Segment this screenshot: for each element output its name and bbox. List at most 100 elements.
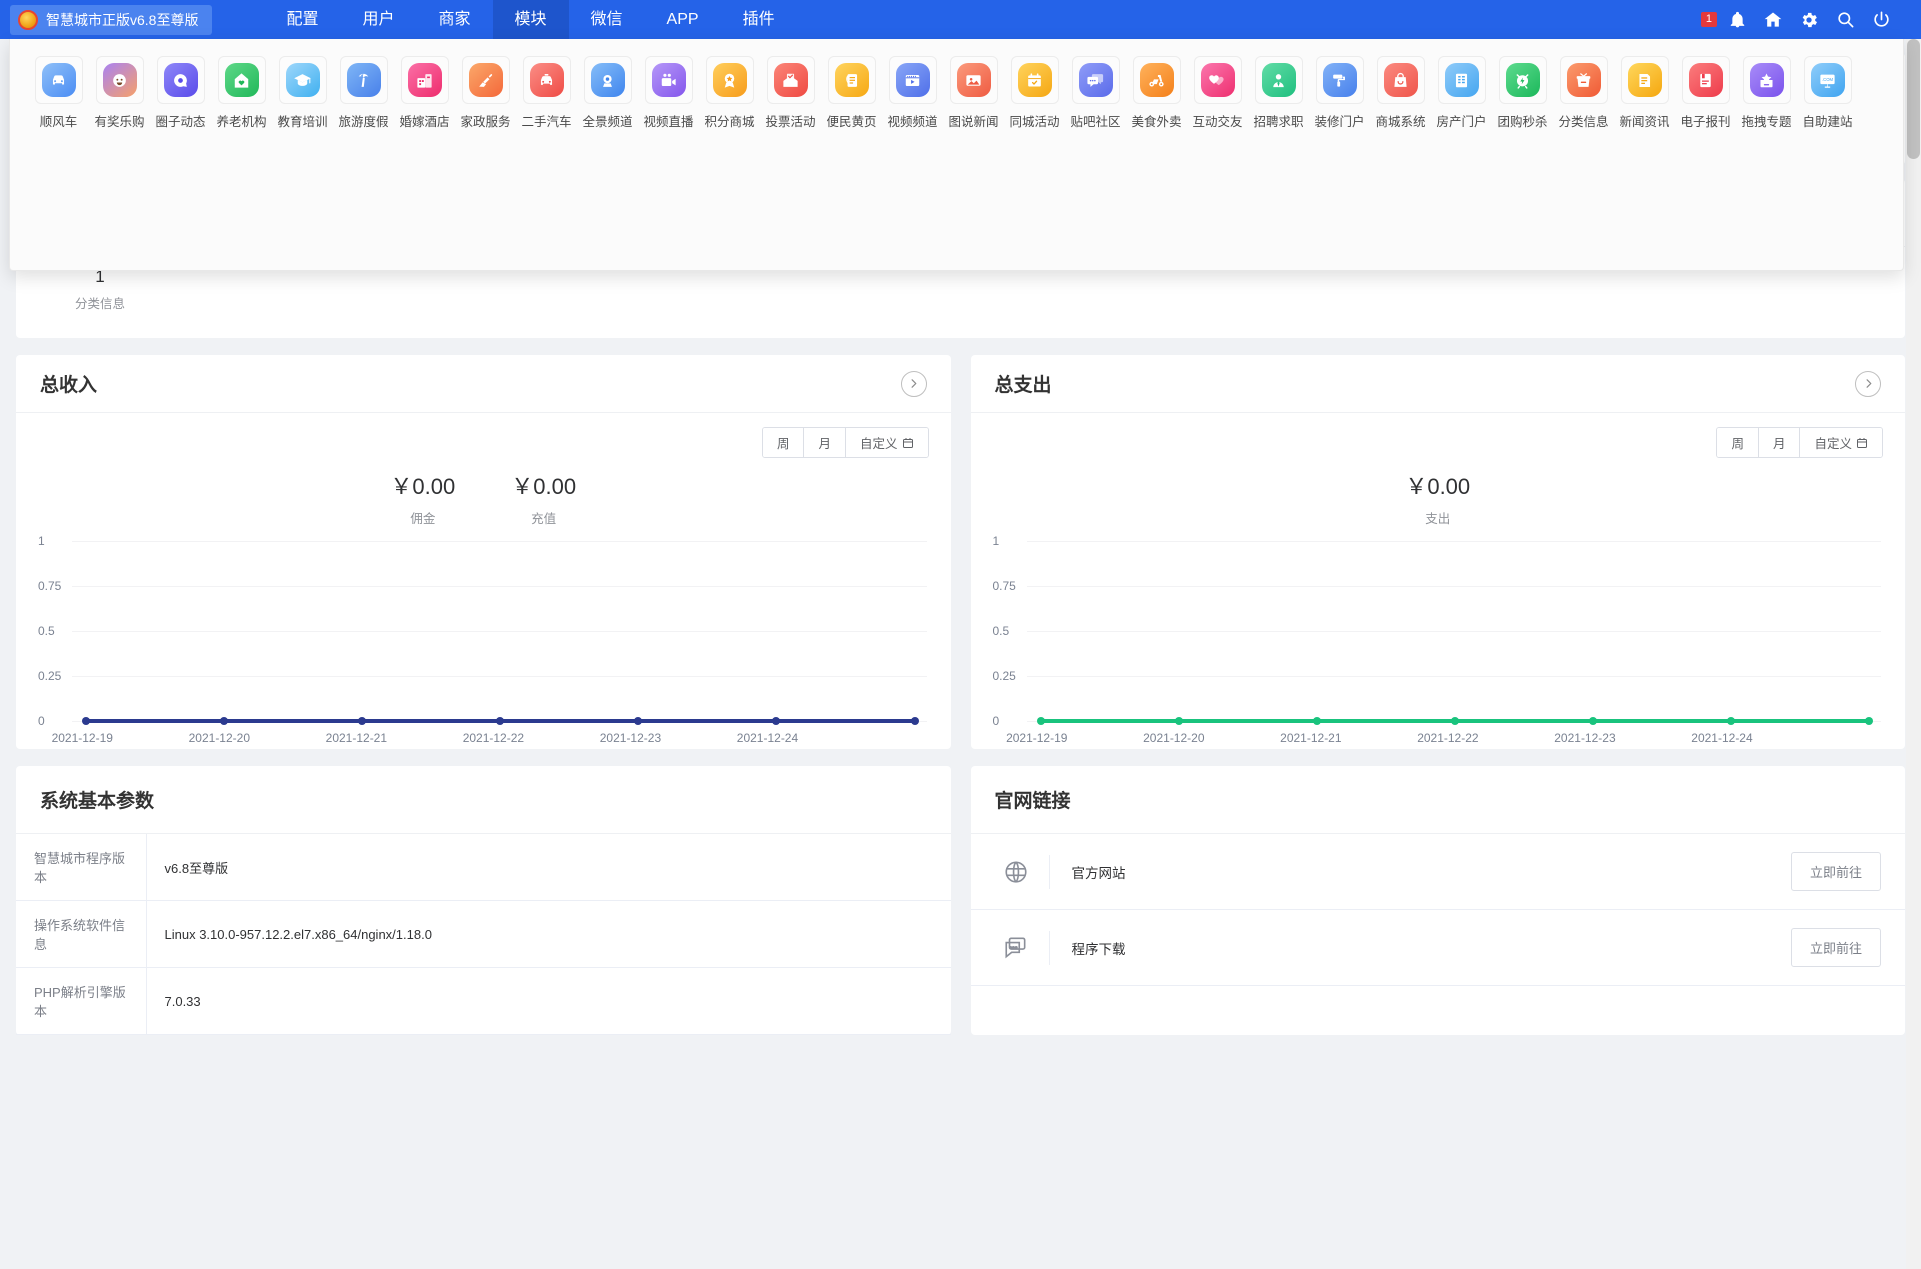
income-range-week[interactable]: 周 xyxy=(763,428,805,457)
module-item-28[interactable]: 拖拽专题 xyxy=(1736,56,1797,130)
hearts-icon xyxy=(1201,63,1235,97)
module-label: 旅游度假 xyxy=(338,111,388,130)
expense-panel-body: 周 月 自定义 ￥0.00 支出 00.250.50.7512021-12-19… xyxy=(971,413,1906,749)
expense-range-month[interactable]: 月 xyxy=(1759,428,1801,457)
chart-data-point xyxy=(1175,717,1183,725)
module-item-11[interactable]: 积分商城 xyxy=(699,56,760,130)
module-item-15[interactable]: 图说新闻 xyxy=(943,56,1004,130)
module-item-22[interactable]: 商城系统 xyxy=(1370,56,1431,130)
module-label: 视频直播 xyxy=(643,111,693,130)
chart-data-point xyxy=(1589,717,1597,725)
hotel-icon xyxy=(408,63,442,97)
panorama-icon xyxy=(591,63,625,97)
module-label: 二手汽车 xyxy=(521,111,571,130)
income-range-custom-label: 自定义 xyxy=(860,433,898,452)
nav-item-app[interactable]: APP xyxy=(645,0,721,39)
module-item-14[interactable]: 视频频道 xyxy=(882,56,943,130)
nav-item-peizhi[interactable]: 配置 xyxy=(264,0,340,39)
module-item-0[interactable]: 顺风车 xyxy=(28,56,89,130)
x-axis: 2021-12-192021-12-202021-12-212021-12-22… xyxy=(1027,731,1884,751)
module-item-27[interactable]: 电子报刊 xyxy=(1675,56,1736,130)
chart-data-point xyxy=(1313,717,1321,725)
module-item-26[interactable]: 新闻资讯 xyxy=(1614,56,1675,130)
y-axis-tick: 0.75 xyxy=(38,579,61,593)
module-item-6[interactable]: 婚嫁酒店 xyxy=(394,56,455,130)
table-row: PHP解析引擎版本 7.0.33 xyxy=(16,968,951,1035)
nav-item-mokuai[interactable]: 模块 xyxy=(493,0,569,39)
expense-money-row: ￥0.00 支出 xyxy=(993,469,1884,527)
chart-data-point xyxy=(1727,717,1735,725)
module-label: 商城系统 xyxy=(1375,111,1425,130)
module-item-17[interactable]: 贴吧社区 xyxy=(1065,56,1126,130)
module-item-21[interactable]: 装修门户 xyxy=(1309,56,1370,130)
goto-button[interactable]: 立即前往 xyxy=(1791,852,1881,891)
todo-item[interactable]: 1 分类信息 xyxy=(40,267,160,312)
nav-item-shangjia[interactable]: 商家 xyxy=(417,0,493,39)
chevron-right-icon[interactable] xyxy=(901,371,927,397)
module-item-20[interactable]: 招聘求职 xyxy=(1248,56,1309,130)
module-item-9[interactable]: 全景频道 xyxy=(577,56,638,130)
module-item-7[interactable]: 家政服务 xyxy=(455,56,516,130)
nav-item-weixin[interactable]: 微信 xyxy=(569,0,645,39)
page-scrollbar[interactable] xyxy=(1906,39,1921,1269)
nav-item-chajian[interactable]: 插件 xyxy=(721,0,797,39)
module-item-4[interactable]: 教育培训 xyxy=(272,56,333,130)
module-item-1[interactable]: 有奖乐购 xyxy=(89,56,150,130)
module-label: 便民黄页 xyxy=(826,111,876,130)
module-item-25[interactable]: 分类信息 xyxy=(1553,56,1614,130)
expense-range-custom[interactable]: 自定义 xyxy=(1800,428,1882,457)
module-icon-box xyxy=(218,56,266,104)
x-axis-tick: 2021-12-19 xyxy=(1006,731,1067,745)
chart-panels-row: 总收入 周 月 自定义 ￥0.00 佣金 xyxy=(16,355,1905,749)
taxi-icon xyxy=(530,63,564,97)
link-label: 官方网站 xyxy=(1072,862,1126,882)
module-item-8[interactable]: 二手汽车 xyxy=(516,56,577,130)
sysinfo-value: Linux 3.10.0-957.12.2.el7.x86_64/nginx/1… xyxy=(146,901,951,968)
sysinfo-value: 7.0.33 xyxy=(146,968,951,1035)
chart-data-point xyxy=(496,717,504,725)
module-item-29[interactable]: .COM自助建站 xyxy=(1797,56,1858,130)
module-item-2[interactable]: 圈子动态 xyxy=(150,56,211,130)
module-item-18[interactable]: 美食外卖 xyxy=(1126,56,1187,130)
top-right-actions: 1 xyxy=(1701,0,1921,39)
income-range-custom[interactable]: 自定义 xyxy=(846,428,928,457)
y-axis-tick: 0 xyxy=(38,714,45,728)
list-item: 官方网站 立即前往 xyxy=(971,834,1906,910)
power-icon[interactable] xyxy=(1863,0,1899,39)
chart-series-line xyxy=(86,719,915,723)
brand-logo[interactable]: 智慧城市正版v6.8至尊版 xyxy=(10,5,212,35)
module-item-13[interactable]: 便民黄页 xyxy=(821,56,882,130)
module-item-5[interactable]: 旅游度假 xyxy=(333,56,394,130)
bell-icon[interactable] xyxy=(1719,0,1755,39)
gear-icon[interactable] xyxy=(1791,0,1827,39)
module-label: 顺风车 xyxy=(40,111,78,130)
module-grid: 顺风车有奖乐购圈子动态养老机构教育培训旅游度假婚嫁酒店家政服务二手汽车全景频道视… xyxy=(28,53,1885,133)
gridline xyxy=(1027,541,1882,542)
chevron-right-icon[interactable] xyxy=(1855,371,1881,397)
module-icon-box xyxy=(1255,56,1303,104)
expense-label: 支出 xyxy=(1405,508,1470,527)
x-axis-tick: 2021-12-22 xyxy=(1417,731,1478,745)
module-item-16[interactable]: 同城活动 xyxy=(1004,56,1065,130)
nav-item-yonghu[interactable]: 用户 xyxy=(340,0,416,39)
module-item-24[interactable]: 团购秒杀 xyxy=(1492,56,1553,130)
module-icon-box xyxy=(401,56,449,104)
module-icon-box xyxy=(157,56,205,104)
module-item-19[interactable]: 互动交友 xyxy=(1187,56,1248,130)
person-tie-icon xyxy=(1262,63,1296,97)
expense-chart: 00.250.50.7512021-12-192021-12-202021-12… xyxy=(993,541,1884,756)
income-range-month[interactable]: 月 xyxy=(804,428,846,457)
module-item-12[interactable]: 投票活动 xyxy=(760,56,821,130)
module-label: 图说新闻 xyxy=(948,111,998,130)
module-icon-box xyxy=(1438,56,1486,104)
scrollbar-thumb[interactable] xyxy=(1907,39,1920,159)
link-label: 程序下载 xyxy=(1072,938,1126,958)
module-item-23[interactable]: 房产门户 xyxy=(1431,56,1492,130)
module-item-10[interactable]: 视频直播 xyxy=(638,56,699,130)
expense-range-week[interactable]: 周 xyxy=(1717,428,1759,457)
goto-button[interactable]: 立即前往 xyxy=(1791,928,1881,967)
module-item-3[interactable]: 养老机构 xyxy=(211,56,272,130)
search-icon[interactable] xyxy=(1827,0,1863,39)
home-icon[interactable] xyxy=(1755,0,1791,39)
avatar-icon xyxy=(103,63,137,97)
